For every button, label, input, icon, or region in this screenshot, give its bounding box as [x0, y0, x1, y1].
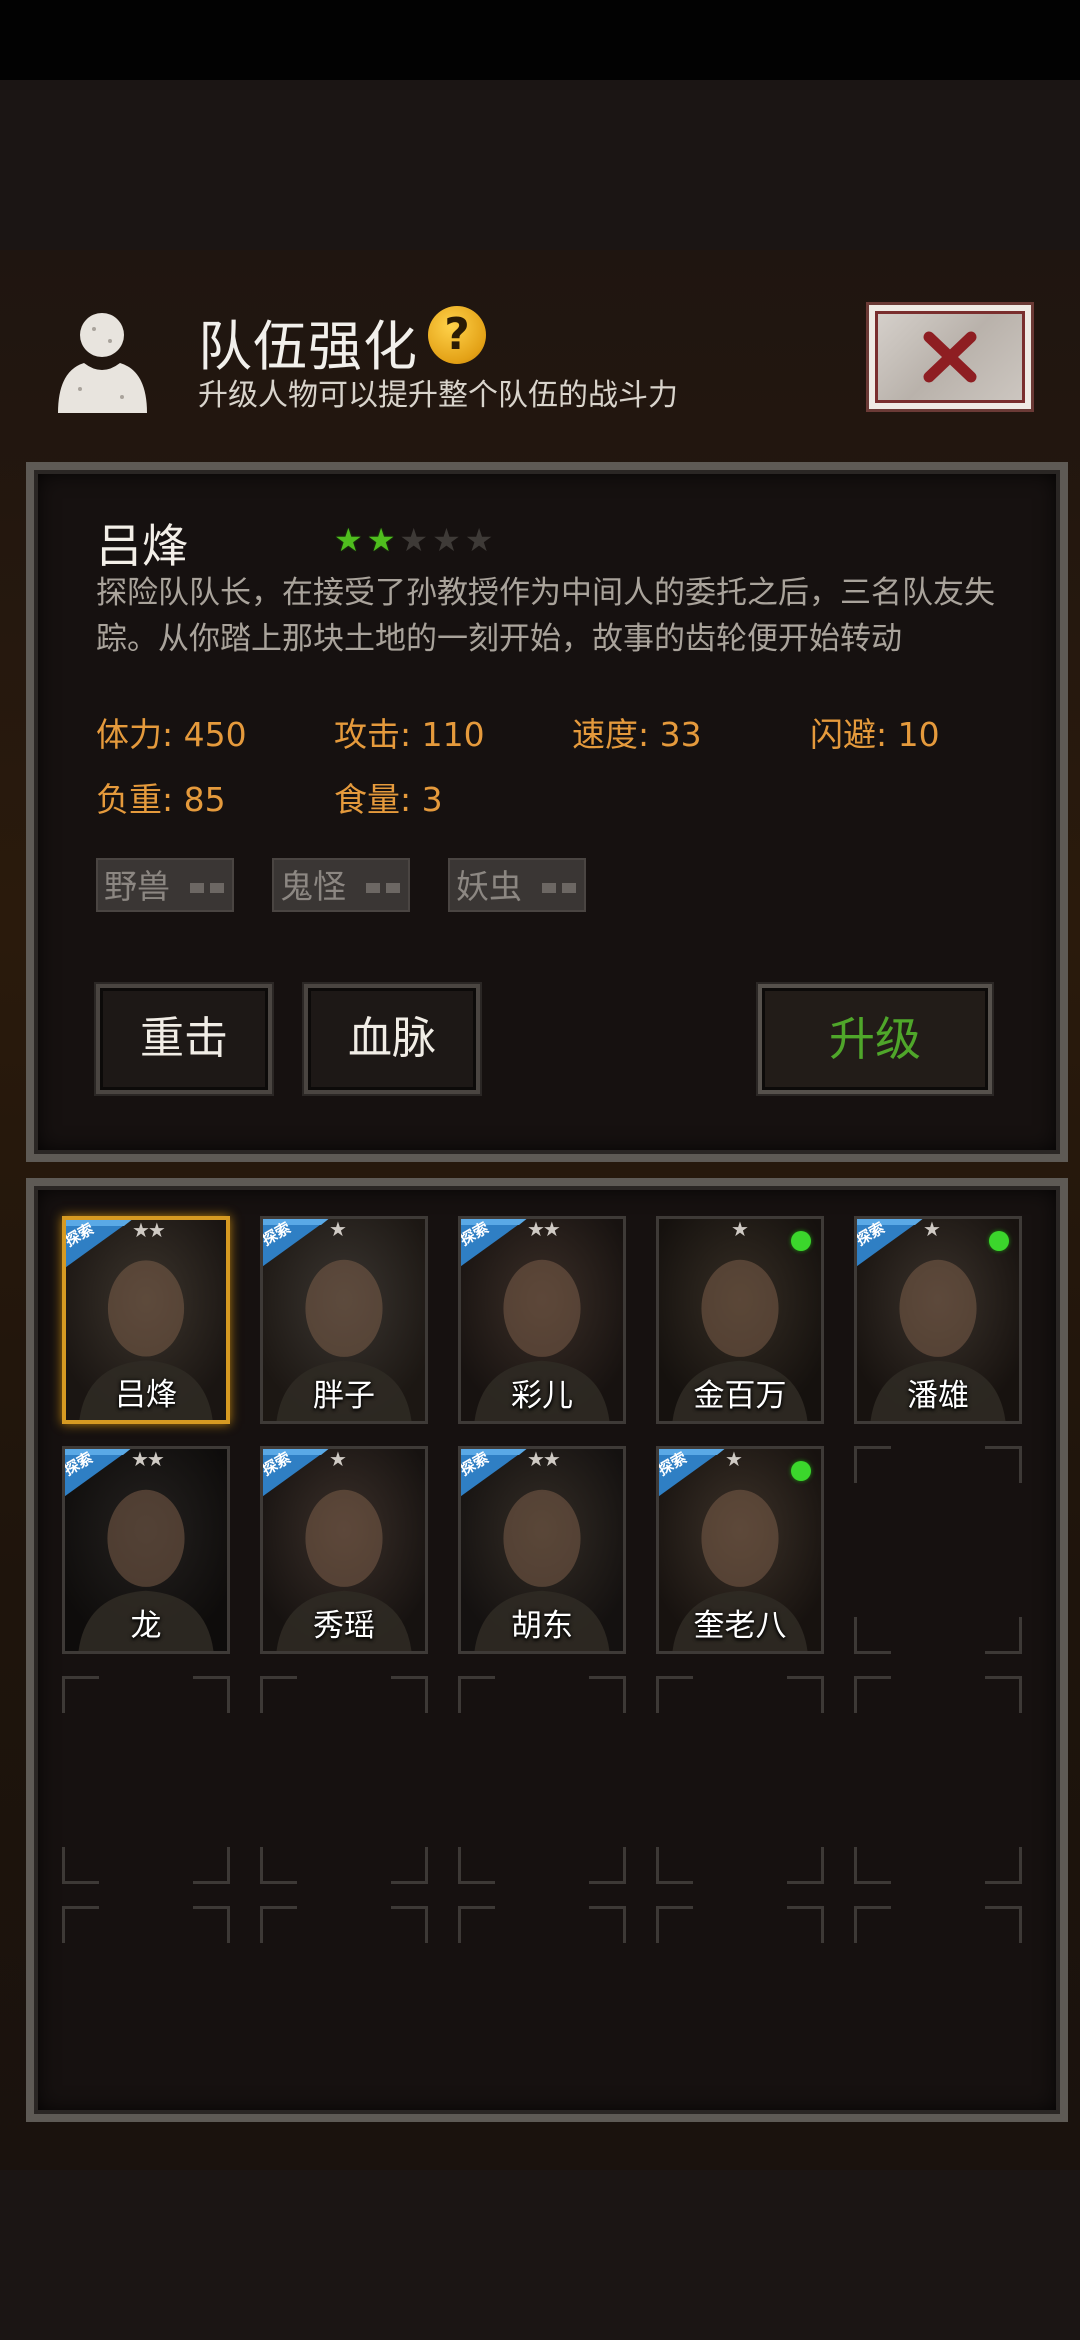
online-status-dot [791, 1461, 811, 1481]
close-button[interactable] [866, 302, 1034, 412]
roster-card-name: 金百万 [693, 1378, 787, 1414]
empty-roster-slot [260, 1676, 428, 1884]
stat-attack: 攻击: 110 [334, 715, 485, 754]
empty-roster-slot [62, 1676, 230, 1884]
person-silhouette-icon [58, 313, 147, 413]
stat-food: 食量: 3 [334, 780, 443, 819]
roster-card-name: 潘雄 [907, 1378, 969, 1414]
explore-badge: 探索 [263, 1219, 331, 1269]
rank-stars: ★ [731, 1217, 749, 1241]
online-status-dot [791, 1231, 811, 1251]
stat-hp: 体力: 450 [96, 715, 247, 754]
tag-label: 鬼怪 [280, 867, 346, 906]
star-icon: ★ [366, 521, 396, 559]
empty-roster-slot [458, 1676, 626, 1884]
roster-grid: 探索 ★★ 吕烽 探索 ★ 胖子 探索 ★★ 彩儿 ★ 金百万 探索 ★ 潘雄 探索 ★★ 龙探索 ★ 秀瑶 探索 ★★… [62, 1216, 1042, 2096]
page-subtitle: 升级人物可以提升整个队伍的战斗力 [198, 378, 678, 413]
backdrop [0, 80, 1080, 250]
explore-badge: 探索 [263, 1449, 331, 1499]
empty-roster-slot [458, 1906, 626, 2086]
character-info-panel: 吕烽 ★ ★ ★ ★ ★ 探险队队长，在接受了孙教授作为中间人的委托之后，三名队友失踪。… [26, 462, 1068, 1162]
rank-stars: ★★ [527, 1447, 561, 1471]
character-name: 吕烽 [96, 519, 188, 573]
team-upgrade-dialog: 队伍强化 ? 升级人物可以提升整个队伍的战斗力 吕烽 ★ ★ ★ ★ ★ 探险队队长，在… [0, 250, 1080, 2170]
roster-card[interactable]: 探索 ★★ 吕烽 [62, 1216, 230, 1424]
roster-card[interactable]: 探索 ★ 潘雄 [854, 1216, 1022, 1424]
empty-roster-slot [854, 1446, 1022, 1654]
empty-roster-slot [656, 1906, 824, 2086]
star-icon: ★ [334, 521, 363, 559]
roster-card-name: 胖子 [313, 1378, 375, 1414]
tag-ghost: 鬼怪 [272, 858, 410, 912]
empty-roster-slot [854, 1676, 1022, 1884]
rank-stars: ★★ [131, 1447, 165, 1471]
character-stars: ★ ★ ★ ★ ★ [334, 524, 493, 556]
question-icon[interactable]: ? [428, 306, 486, 364]
rank-stars: ★★ [132, 1218, 166, 1242]
rank-stars: ★ [923, 1217, 941, 1241]
skill-bloodline-button[interactable]: 血脉 [304, 984, 480, 1094]
roster-card-name: 龙 [130, 1608, 162, 1644]
roster-panel: 探索 ★★ 吕烽 探索 ★ 胖子 探索 ★★ 彩儿 ★ 金百万 探索 ★ 潘雄 探索 ★★ 龙探索 ★ 秀瑶 探索 ★★… [26, 1178, 1068, 2122]
star-icon: ★ [399, 521, 429, 559]
empty-roster-slot [260, 1906, 428, 2086]
tag-level-dots [366, 883, 400, 893]
roster-card-name: 胡东 [511, 1608, 573, 1644]
explore-badge: 探索 [659, 1449, 727, 1499]
roster-card[interactable]: 探索 ★★ 胡东 [458, 1446, 626, 1654]
roster-card-name: 吕烽 [115, 1377, 177, 1413]
roster-card-name: 彩儿 [511, 1378, 573, 1414]
roster-card[interactable]: 探索 ★★ 龙 [62, 1446, 230, 1654]
stat-load: 负重: 85 [96, 780, 226, 819]
explore-badge: 探索 [857, 1219, 925, 1269]
tag-label: 野兽 [104, 867, 170, 906]
star-icon: ★ [432, 521, 461, 559]
tag-beast: 野兽 [96, 858, 234, 912]
stat-speed: 速度: 33 [572, 715, 702, 754]
roster-card[interactable]: 探索 ★ 胖子 [260, 1216, 428, 1424]
roster-card-name: 奎老八 [693, 1608, 787, 1644]
rank-stars: ★★ [527, 1217, 561, 1241]
rank-stars: ★ [329, 1447, 347, 1471]
roster-card[interactable]: 探索 ★ 奎老八 [656, 1446, 824, 1654]
skill-heavy-strike-button[interactable]: 重击 [96, 984, 272, 1094]
rank-stars: ★ [329, 1217, 347, 1241]
stat-dodge: 闪避: 10 [810, 715, 940, 754]
roster-card-name: 秀瑶 [313, 1608, 375, 1644]
star-icon: ★ [464, 521, 494, 559]
tag-insect: 妖虫 [448, 858, 586, 912]
tag-level-dots [190, 883, 224, 893]
empty-roster-slot [62, 1906, 230, 2086]
explore-badge: 探索 [461, 1449, 529, 1499]
backdrop-bottom [0, 2170, 1080, 2340]
empty-roster-slot [656, 1676, 824, 1884]
status-bar [0, 0, 1080, 80]
explore-badge: 探索 [65, 1449, 133, 1499]
roster-card[interactable]: ★ 金百万 [656, 1216, 824, 1424]
explore-badge: 探索 [66, 1220, 134, 1270]
explore-badge: 探索 [461, 1219, 529, 1269]
roster-card[interactable]: 探索 ★ 秀瑶 [260, 1446, 428, 1654]
close-x-icon [923, 331, 977, 383]
tag-level-dots [542, 883, 576, 893]
character-description: 探险队队长，在接受了孙教授作为中间人的委托之后，三名队友失踪。从你踏上那块土地的… [96, 575, 995, 657]
online-status-dot [989, 1231, 1009, 1251]
empty-roster-slot [854, 1906, 1022, 2086]
tag-label: 妖虫 [456, 867, 522, 906]
upgrade-button[interactable]: 升级 [758, 984, 992, 1094]
roster-card[interactable]: 探索 ★★ 彩儿 [458, 1216, 626, 1424]
rank-stars: ★ [725, 1447, 743, 1471]
